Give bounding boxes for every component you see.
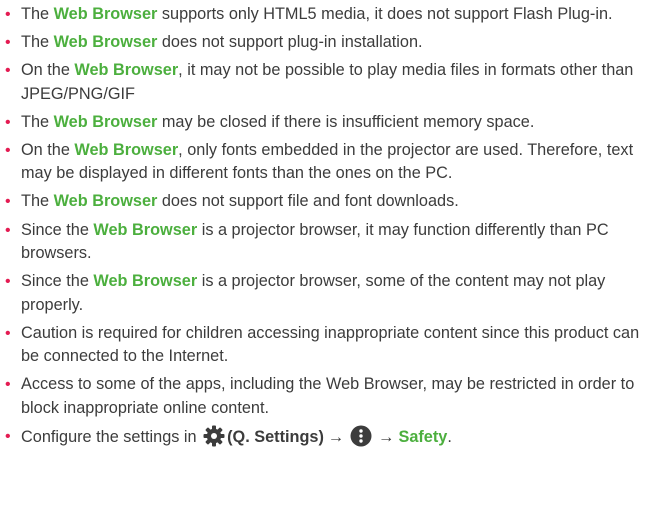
bullet: • xyxy=(5,193,11,211)
bullet: • xyxy=(5,34,11,52)
bullet: • xyxy=(5,141,11,159)
q-settings-label: (Q. Settings) xyxy=(227,427,324,446)
list-item: • Since the Web Browser is a projector b… xyxy=(5,220,609,263)
bullet: • xyxy=(5,62,11,80)
web-browser-label: Web Browser xyxy=(74,140,179,159)
notes-list: • The Web Browser supports only HTML5 me… xyxy=(0,3,648,454)
bullet: • xyxy=(5,6,11,23)
web-browser-label: Web Browser xyxy=(74,61,179,80)
list-item: • Caution is required for children acces… xyxy=(5,323,640,366)
list-item: • Since the Web Browser is a projector b… xyxy=(5,272,606,314)
list-item: • The Web Browser may be closed if there… xyxy=(0,111,648,135)
web-browser-label: Web Browser xyxy=(53,112,158,131)
gear-icon xyxy=(203,425,225,455)
bullet: • xyxy=(5,427,11,445)
bullet: • xyxy=(5,113,11,131)
arrow-glyph: → xyxy=(378,427,395,446)
web-browser-label: Web Browser xyxy=(53,5,158,23)
list-item: • The Web Browser does not support file … xyxy=(0,190,648,214)
list-item: • The Web Browser does not support plug-… xyxy=(0,31,648,55)
web-browser-label: Web Browser xyxy=(93,272,198,291)
web-browser-label: Web Browser xyxy=(93,220,198,239)
settings-path-item: • Configure the settings in (Q. Settings… xyxy=(0,425,648,455)
more-options-icon xyxy=(350,425,372,455)
web-browser-label: Web Browser xyxy=(53,33,158,52)
list-item: • On the Web Browser, only fonts embedde… xyxy=(5,140,634,183)
web-browser-label: Web Browser xyxy=(53,192,158,211)
list-item: • The Web Browser supports only HTML5 me… xyxy=(0,3,648,27)
list-item: • Access to some of the apps, including … xyxy=(5,375,635,417)
arrow-glyph: → xyxy=(327,427,345,446)
bullet: • xyxy=(5,324,11,342)
bullet: • xyxy=(5,221,11,239)
list-item: • On the Web Browser, it may not be poss… xyxy=(5,61,634,103)
bullet: • xyxy=(5,273,11,291)
safety-label: Safety xyxy=(398,427,448,446)
bullet: • xyxy=(5,376,11,394)
document-page: • The Web Browser supports only HTML5 me… xyxy=(0,0,656,521)
